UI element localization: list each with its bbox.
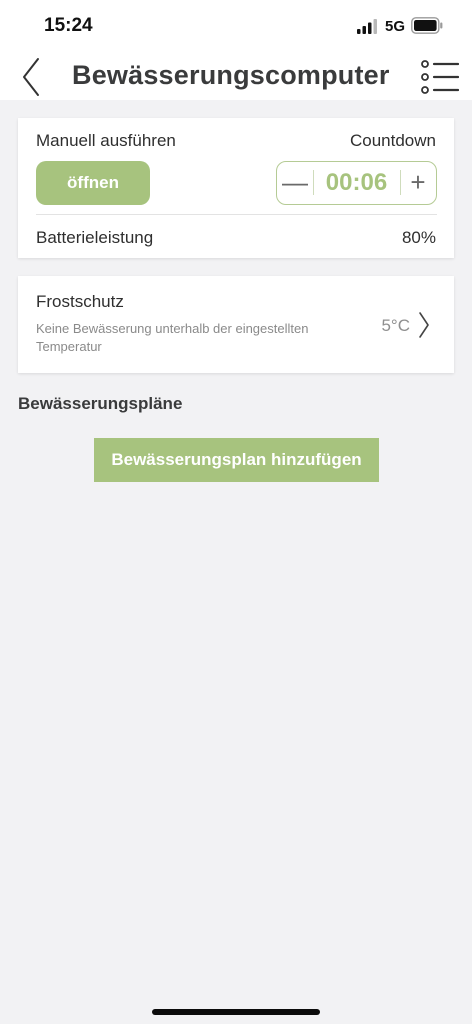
status-bar: 15:24 5G [0,0,472,52]
battery-icon [411,17,443,34]
frost-title: Frostschutz [36,292,124,311]
card-divider [36,214,437,215]
nav-bar: Bewässerungscomputer [0,52,472,100]
open-valve-button[interactable]: öffnen [36,161,150,205]
list-menu-icon[interactable] [419,59,459,95]
frost-temperature: 5°C [381,316,410,335]
countdown-label: Countdown [349,131,436,150]
battery-value: 80% [401,228,436,247]
frost-description: Keine Bewässerung unterhalb der eingeste… [36,321,309,354]
frost-protection-card[interactable]: Frostschutz Keine Bewässerung unterhalb … [18,276,454,373]
home-indicator[interactable] [152,1009,320,1015]
add-schedule-button[interactable]: Bewässerungsplan hinzufügen [94,438,379,482]
chevron-left-icon[interactable] [20,57,42,97]
chevron-right-icon [419,312,429,338]
signal-bars-icon [357,19,377,34]
countdown-value: 00:06 [325,168,388,196]
schedules-heading: Bewässerungspläne [18,394,183,413]
plus-button[interactable]: + [400,162,436,203]
minus-button[interactable]: — [277,162,313,203]
manual-run-card: Manuell ausführen Countdown öffnen — 00:… [18,118,454,258]
battery-label: Batterieleistung [36,228,154,247]
status-time: 15:24 [44,15,93,36]
page-title: Bewässerungscomputer [72,60,390,90]
countdown-stepper: — 00:06 + [276,161,437,205]
manual-run-label: Manuell ausführen [36,131,176,150]
network-type: 5G [385,18,406,35]
